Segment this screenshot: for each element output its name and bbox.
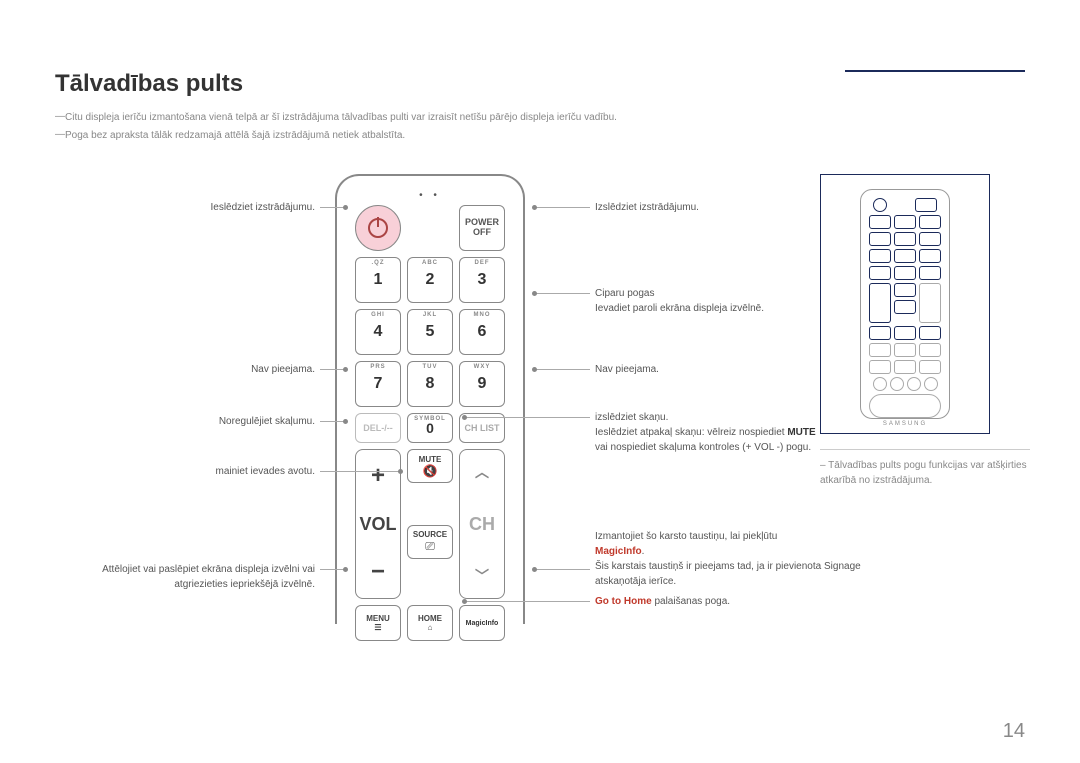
thumbnail-note: Tālvadības pults pogu funkcijas var atšķ… bbox=[820, 449, 1030, 488]
remote-dots: • • bbox=[351, 190, 509, 201]
key-7: PRS7 bbox=[355, 361, 401, 407]
leader bbox=[535, 569, 590, 570]
leader bbox=[465, 417, 590, 418]
key-8: TUV8 bbox=[407, 361, 453, 407]
source-button: SOURCE⎚ bbox=[407, 525, 453, 559]
key-0: SYMBOL0 bbox=[407, 413, 453, 443]
label-source: mainiet ievades avotu. bbox=[55, 464, 315, 479]
power-off-button: POWER OFF bbox=[459, 205, 505, 251]
leader bbox=[535, 369, 590, 370]
label-home: Go to Home palaišanas poga. bbox=[595, 594, 895, 609]
key-6: MNO6 bbox=[459, 309, 505, 355]
leader bbox=[320, 369, 345, 370]
note-2: Poga bez apraksta tālāk redzamajā attēlā… bbox=[55, 128, 1030, 144]
key-9: WXY9 bbox=[459, 361, 505, 407]
label-volume: Noregulējiet skaļumu. bbox=[55, 414, 315, 429]
remote-thumbnail-box: SAMSUNG bbox=[820, 174, 990, 434]
leader bbox=[465, 601, 590, 602]
key-1: .QZ1 bbox=[355, 257, 401, 303]
label-magicinfo: Izmantojiet šo karsto taustiņu, lai piek… bbox=[595, 529, 895, 589]
key-del: DEL-/-- bbox=[355, 413, 401, 443]
key-5: JKL5 bbox=[407, 309, 453, 355]
label-na-right: Nav pieejama. bbox=[595, 362, 855, 377]
label-menu: Attēlojiet vai paslēpiet ekrāna displeja… bbox=[55, 562, 315, 592]
mute-button: MUTE🔇 bbox=[407, 449, 453, 483]
leader bbox=[320, 421, 345, 422]
leader bbox=[320, 569, 345, 570]
remote-outline: • • POWER OFF .QZ1 ABC2 DEF3 GHI4 JKL5 M… bbox=[335, 174, 525, 624]
key-3: DEF3 bbox=[459, 257, 505, 303]
key-2: ABC2 bbox=[407, 257, 453, 303]
header-rule bbox=[845, 70, 1025, 72]
remote-thumbnail: SAMSUNG bbox=[860, 189, 950, 419]
label-power-off: Izslēdziet izstrādājumu. bbox=[595, 200, 855, 215]
key-4: GHI4 bbox=[355, 309, 401, 355]
label-power-on: Ieslēdziet izstrādājumu. bbox=[55, 200, 315, 215]
leader bbox=[320, 471, 400, 472]
label-na-left: Nav pieejama. bbox=[55, 362, 315, 377]
leader bbox=[535, 207, 590, 208]
power-on-button bbox=[355, 205, 401, 251]
leader bbox=[320, 207, 345, 208]
page-title: Tālvadības pults bbox=[55, 70, 1030, 98]
magicinfo-button: MagicInfo bbox=[459, 605, 505, 641]
page-number: 14 bbox=[1003, 720, 1025, 743]
diagram: • • POWER OFF .QZ1 ABC2 DEF3 GHI4 JKL5 M… bbox=[55, 174, 1030, 644]
note-1: Citu displeja ierīču izmantošana vienā t… bbox=[55, 110, 1030, 126]
leader bbox=[535, 293, 590, 294]
menu-button: MENU☰ bbox=[355, 605, 401, 641]
ch-rocker: ︿ CH ﹀ bbox=[459, 449, 505, 599]
home-button: HOME⌂ bbox=[407, 605, 453, 641]
